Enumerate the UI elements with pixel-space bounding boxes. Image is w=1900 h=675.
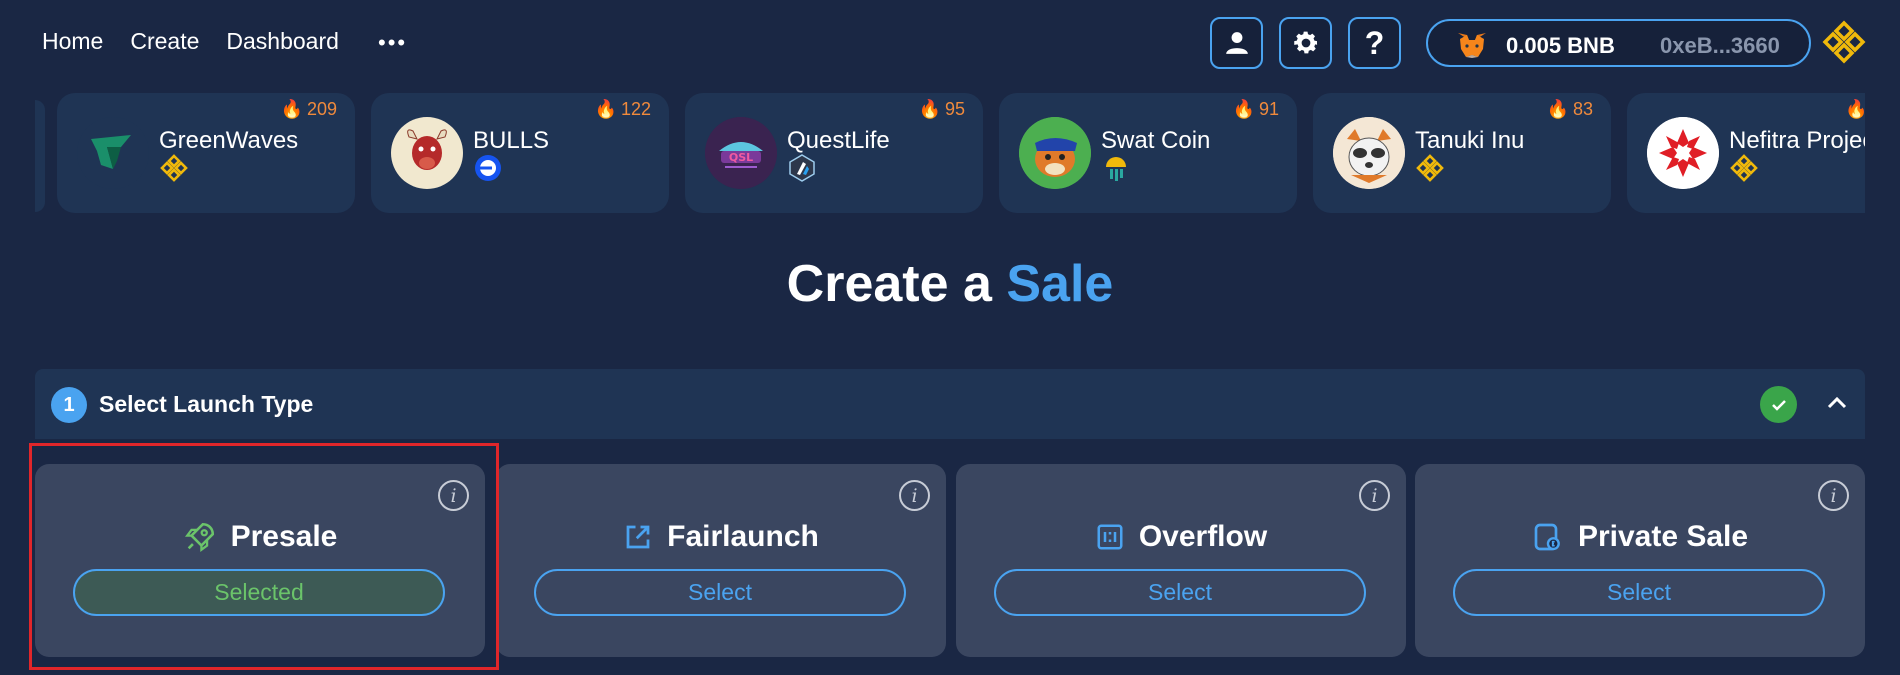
- presale-selected-button[interactable]: Selected: [73, 569, 445, 616]
- external-link-icon: [626, 525, 650, 549]
- settings-button[interactable]: [1279, 17, 1332, 69]
- hot-score: 🔥8: [1845, 99, 1865, 120]
- bnb-icon: [1730, 154, 1758, 182]
- trending-card[interactable]: QSL QuestLife 🔥 95: [685, 93, 983, 213]
- help-button[interactable]: ?: [1348, 17, 1401, 69]
- private-sale-select-button[interactable]: Select: [1453, 569, 1825, 616]
- trending-card[interactable]: Swat Coin 🔥 91: [999, 93, 1297, 213]
- type-name: Fairlaunch: [667, 520, 819, 553]
- token-name: Nefitra Projec: [1729, 127, 1865, 154]
- tanuki-inu-logo: [1333, 117, 1405, 189]
- type-card-fairlaunch[interactable]: i Fairlaunch Select: [496, 464, 946, 657]
- token-name: BULLS: [473, 127, 550, 154]
- more-menu-button[interactable]: •••: [378, 30, 407, 56]
- swat-coin-logo: [1019, 117, 1091, 189]
- type-name: Overflow: [1138, 520, 1268, 553]
- trending-card[interactable]: Nefitra Projec 🔥8: [1627, 93, 1865, 213]
- bnb-icon: [160, 154, 188, 182]
- overflow-select-button[interactable]: Select: [994, 569, 1366, 616]
- hot-score: 🔥 209: [281, 99, 337, 120]
- info-icon[interactable]: i: [438, 480, 469, 511]
- rocket-icon: [184, 522, 214, 553]
- top-nav: Home Create Dashboard ••• ? 0.005 BNB 0x…: [0, 0, 1900, 86]
- gear-icon: [1293, 31, 1318, 54]
- hot-score: 🔥 95: [919, 99, 965, 120]
- info-icon[interactable]: i: [899, 480, 930, 511]
- nefitra-logo: [1647, 117, 1719, 189]
- page-title-accent: Sale: [1006, 255, 1114, 313]
- type-name: Private Sale: [1577, 520, 1749, 553]
- hot-score-value: 91: [1258, 99, 1279, 119]
- trending-strip: GreenWaves 🔥 209 BULLS 🔥 122 QSL QuestLife…: [35, 93, 1865, 215]
- type-name: Presale: [230, 520, 338, 553]
- wallet-button[interactable]: 0.005 BNB 0xeB...3660: [1426, 19, 1811, 67]
- page-title-prefix: Create a: [786, 255, 992, 313]
- nav-home-link[interactable]: Home: [42, 28, 103, 55]
- metamask-fox-icon: [1458, 33, 1486, 58]
- hot-score: 🔥 122: [595, 99, 651, 120]
- user-icon: [1225, 32, 1248, 54]
- question-icon: ?: [1364, 24, 1385, 61]
- wallet-address: 0xeB...3660: [1660, 33, 1780, 58]
- fire-icon: 🔥: [1845, 99, 1865, 119]
- step-number-badge: 1: [51, 387, 87, 423]
- hot-score-value: 95: [944, 99, 965, 119]
- hot-score-value: 122: [620, 99, 651, 119]
- type-card-overflow[interactable]: i Overflow Select: [956, 464, 1406, 657]
- bnb-chain-icon[interactable]: [1822, 20, 1866, 64]
- type-card-private-sale[interactable]: i Private Sale Select: [1415, 464, 1865, 657]
- private-sale-icon: [1534, 523, 1560, 551]
- token-name: QuestLife: [787, 127, 890, 154]
- chevron-up-icon[interactable]: [1825, 391, 1849, 415]
- chain-icon: [1106, 157, 1126, 181]
- trending-card[interactable]: BULLS 🔥 122: [371, 93, 669, 213]
- fire-icon: 🔥: [594, 99, 617, 119]
- hot-score: 🔥 91: [1233, 99, 1279, 120]
- page-title: Create a Sale: [0, 254, 1900, 314]
- fire-icon: 🔥: [918, 99, 941, 119]
- svg-text:QSL: QSL: [729, 151, 753, 164]
- info-icon[interactable]: i: [1818, 480, 1849, 511]
- fairlaunch-select-button[interactable]: Select: [534, 569, 906, 616]
- greenwaves-logo: [77, 117, 149, 189]
- fire-icon: 🔥: [1546, 99, 1569, 119]
- hot-score: 🔥 83: [1547, 99, 1593, 120]
- token-name: GreenWaves: [159, 127, 299, 154]
- profile-button[interactable]: [1210, 17, 1263, 69]
- wallet-balance: 0.005 BNB: [1506, 33, 1615, 58]
- overflow-icon: [1097, 524, 1123, 550]
- hot-score-value: 209: [306, 99, 337, 119]
- launch-type-section-header[interactable]: 1 Select Launch Type: [35, 369, 1865, 439]
- info-icon[interactable]: i: [1359, 480, 1390, 511]
- fire-icon: 🔥: [1232, 99, 1255, 119]
- base-icon: [475, 155, 501, 181]
- trending-card[interactable]: GreenWaves 🔥 209: [57, 93, 355, 213]
- token-name: Swat Coin: [1101, 127, 1211, 154]
- trending-card[interactable]: Tanuki Inu 🔥 83: [1313, 93, 1611, 213]
- nav-create-link[interactable]: Create: [130, 28, 199, 55]
- bnb-icon: [1416, 154, 1444, 182]
- check-icon: [1760, 386, 1797, 423]
- questlife-logo: QSL: [705, 117, 777, 189]
- arbitrum-icon: [789, 154, 815, 182]
- fire-icon: 🔥: [280, 99, 303, 119]
- nav-dashboard-link[interactable]: Dashboard: [226, 28, 339, 55]
- token-name: Tanuki Inu: [1415, 127, 1525, 154]
- type-card-presale[interactable]: i Presale Selected: [35, 464, 485, 657]
- bulls-logo: [391, 117, 463, 189]
- nav-links: Home Create Dashboard: [42, 28, 339, 55]
- section-label: Select Launch Type: [99, 391, 314, 417]
- hot-score-value: 83: [1572, 99, 1593, 119]
